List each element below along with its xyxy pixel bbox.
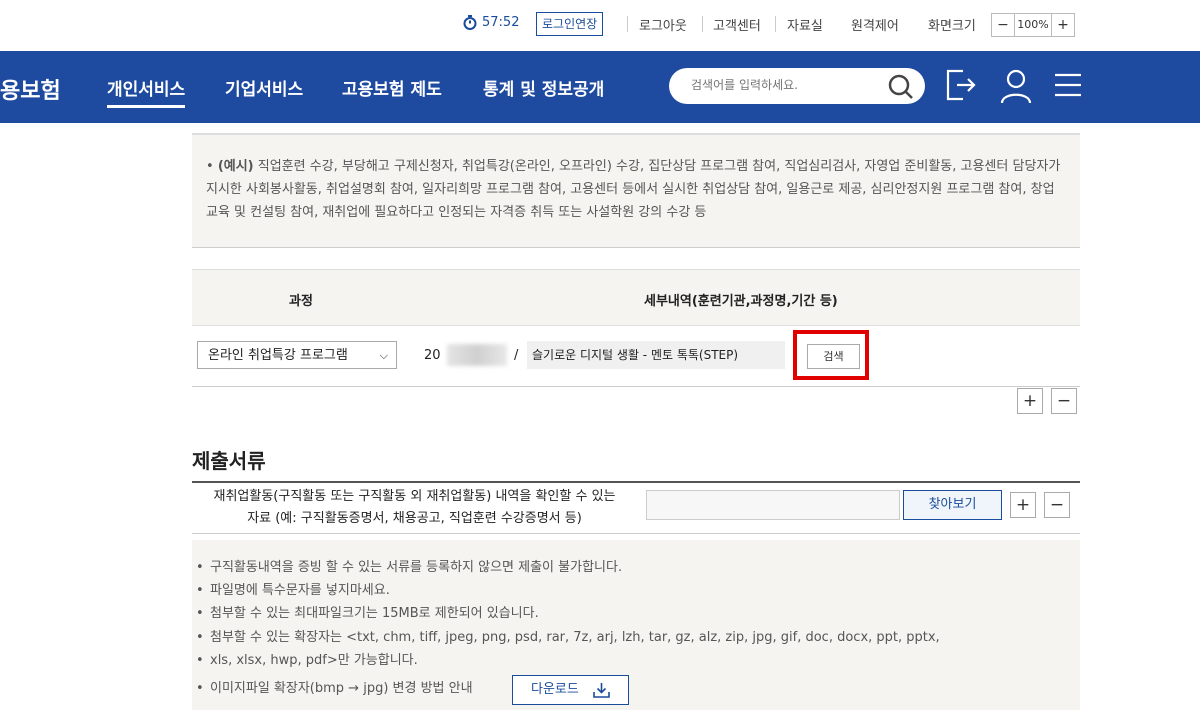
notice-item: 파일명에 특수문자를 넣지마세요. [196,579,1070,602]
example-label: (예시) [217,159,254,174]
highlight-box: 검색 [793,330,869,380]
documents-row: 재취업활동(구직활동 또는 구직활동 외 재취업활동) 내역을 확인할 수 있는… [192,481,1080,534]
logout-link[interactable]: 로그아웃 [639,15,687,34]
example-text: • (예시) 직업훈련 수강, 부당해고 구제신청자, 취업특강(온라인, 오프… [206,159,1061,220]
divider [627,16,628,32]
user-icon[interactable] [999,68,1033,104]
site-logo[interactable]: 용보험 [0,73,61,105]
notice-item: 이미지파일 확장자(bmp → jpg) 변경 방법 안내 [196,677,1070,700]
archive-link[interactable]: 자료실 [787,15,823,34]
menu-icon[interactable] [1054,68,1082,102]
session-timer: 57:52 [463,15,519,30]
table-header-row: 과정 세부내역(훈련기관,과정명,기간 등) [192,269,1080,326]
notice-item: 첨부할 수 있는 확장자는 <txt, chm, tiff, jpeg, png… [196,626,1070,649]
course-type-select[interactable]: 온라인 취업특강 프로그램 ⌵ [197,341,397,369]
course-type-value: 온라인 취업특강 프로그램 [208,348,348,363]
site-search [669,68,925,104]
example-info-box: • (예시) 직업훈련 수강, 부당해고 구제신청자, 취업특강(온라인, 오프… [192,133,1080,248]
download-icon [593,683,610,698]
remove-row-button[interactable]: − [1051,388,1077,414]
table-row: 온라인 취업특강 프로그램 ⌵ 20 / 슬기로운 디지털 생활 - 멘토 톡톡… [192,326,1080,387]
logout-icon[interactable] [945,68,977,102]
course-search-button[interactable]: 검색 [807,344,860,369]
nav-insurance-system[interactable]: 고용보험 제도 [342,75,442,100]
notice-item-continuation: xls, xlsx, hwp, pdf>만 가능합니다. [196,649,1070,672]
documents-label-line1: 재취업활동(구직활동 또는 구직활동 외 재취업활동) 내역을 확인할 수 있는 [213,489,616,504]
remote-control-link[interactable]: 원격제어 [851,15,899,34]
add-row-button[interactable]: + [1017,388,1043,414]
header-course: 과정 [289,294,313,309]
blurred-date [447,344,507,366]
top-utility-bar: 57:52 로그인연장 로그아웃 고객센터 자료실 원격제어 화면크기 − 10… [0,0,1200,51]
nav-statistics[interactable]: 통계 및 정보공개 [483,75,604,100]
remove-file-button[interactable]: − [1044,492,1070,518]
divider [775,16,776,32]
zoom-out-button[interactable]: − [992,14,1014,36]
zoom-value: 100% [1014,14,1052,36]
documents-label-line2: 자료 (예: 구직활동증명서, 채용공고, 직업훈련 수강증명서 등) [247,511,582,526]
customer-center-link[interactable]: 고객센터 [713,15,761,34]
screen-size-label: 화면크기 [928,19,976,34]
browse-button[interactable]: 찾아보기 [903,490,1002,520]
zoom-in-button[interactable]: + [1052,14,1074,36]
date-separator: / [514,348,519,363]
timer-value: 57:52 [482,15,520,30]
stopwatch-icon [463,15,477,30]
example-body: 직업훈련 수강, 부당해고 구제신청자, 취업특강(온라인, 오프라인) 수강,… [206,159,1061,220]
search-input[interactable] [689,77,883,93]
documents-label: 재취업활동(구직활동 또는 구직활동 외 재취업활동) 내역을 확인할 수 있는… [192,486,637,530]
download-button[interactable]: 다운로드 [512,675,629,705]
download-label: 다운로드 [531,682,579,697]
extend-login-button[interactable]: 로그인연장 [536,12,604,36]
zoom-control: − 100% + [991,13,1075,37]
nav-personal-service[interactable]: 개인서비스 [107,75,186,108]
main-navbar: 용보험 개인서비스 기업서비스 고용보험 제도 통계 및 정보공개 [0,51,1200,123]
period-date: 20 [424,348,441,363]
nav-corporate-service[interactable]: 기업서비스 [225,75,303,100]
notice-item: 첨부할 수 있는 최대파일크기는 15MB로 제한되어 있습니다. [196,602,1070,625]
divider [702,16,703,32]
notice-box: 구직활동내역을 증빙 할 수 있는 서류를 등록하지 않으면 제출이 불가합니다… [192,540,1080,710]
add-file-button[interactable]: + [1010,492,1036,518]
search-icon[interactable] [887,73,915,101]
course-table: 과정 세부내역(훈련기관,과정명,기간 등) 온라인 취업특강 프로그램 ⌵ 2… [192,269,1080,387]
chevron-down-icon: ⌵ [379,349,388,362]
course-name-field[interactable]: 슬기로운 디지털 생활 - 멘토 톡톡(STEP) [527,341,785,369]
file-path-field[interactable] [646,490,900,520]
notice-item: 구직활동내역을 증빙 할 수 있는 서류를 등록하지 않으면 제출이 불가합니다… [196,556,1070,579]
section-title: 제출서류 [192,449,266,473]
header-details: 세부내역(훈련기관,과정명,기간 등) [644,294,838,309]
